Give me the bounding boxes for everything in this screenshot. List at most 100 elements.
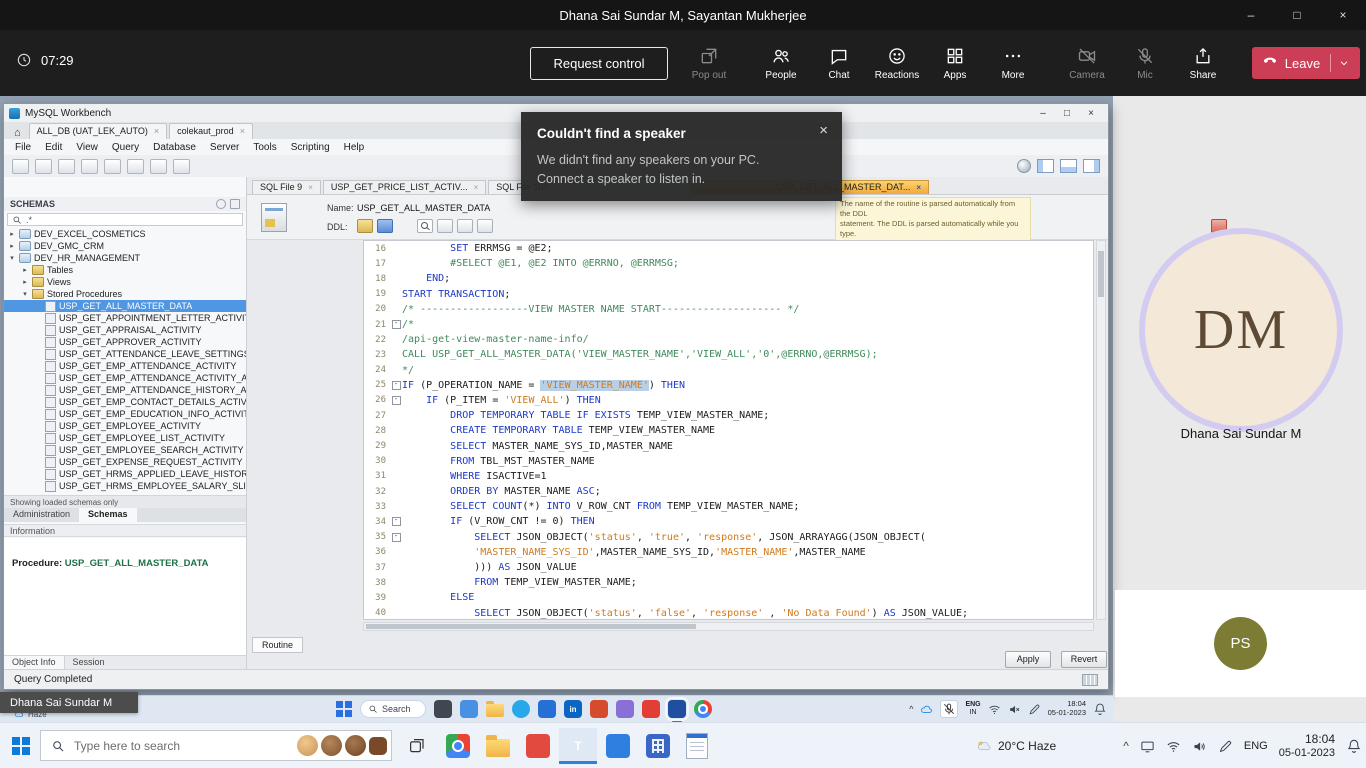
linkedin-icon[interactable]: in: [564, 700, 582, 718]
menu-database[interactable]: Database: [146, 142, 203, 153]
options-icon[interactable]: [477, 219, 493, 233]
expand-arrow-icon[interactable]: ▸: [8, 230, 16, 238]
refresh-schemas-icon[interactable]: [216, 199, 226, 209]
menu-file[interactable]: File: [8, 142, 38, 153]
panel-toggle-icon[interactable]: [1083, 159, 1100, 173]
tree-item-procedure[interactable]: USP_GET_EMP_ATTENDANCE_ACTIVITY: [4, 360, 246, 372]
notifications-icon[interactable]: [1346, 738, 1362, 754]
editor-tab[interactable]: SQL File 9×: [252, 180, 321, 194]
routine-name-value[interactable]: USP_GET_ALL_MASTER_DATA: [357, 203, 490, 213]
menu-help[interactable]: Help: [337, 142, 372, 153]
start-button[interactable]: [12, 737, 30, 755]
search-highlight-icon[interactable]: [321, 735, 342, 756]
sql-editor[interactable]: 16 SET ERRMSG = @E2;17 #SELECT @E1, @E2 …: [363, 240, 1094, 620]
close-button[interactable]: ×: [1320, 0, 1366, 30]
search-highlight-icon[interactable]: [297, 735, 318, 756]
wifi-icon[interactable]: [988, 703, 1001, 716]
tree-item-procedure[interactable]: USP_GET_ATTENDANCE_LEAVE_SETTINGS_A...: [4, 348, 246, 360]
tree-item[interactable]: ▸DEV_EXCEL_COSMETICS: [4, 228, 246, 240]
find-icon[interactable]: [173, 159, 190, 174]
tree-item[interactable]: ▾DEV_HR_MANAGEMENT: [4, 252, 246, 264]
close-tab-icon[interactable]: ×: [308, 183, 313, 192]
teams-icon[interactable]: T: [566, 734, 590, 758]
tree-item-procedure[interactable]: USP_GET_EMPLOYEE_SEARCH_ACTIVITY: [4, 444, 246, 456]
new-query-icon[interactable]: [12, 159, 29, 174]
search-icon[interactable]: [417, 219, 433, 233]
language-indicator[interactable]: ENG: [1244, 740, 1268, 752]
tree-item[interactable]: ▾Stored Procedures: [4, 288, 246, 300]
file-explorer-icon[interactable]: [486, 704, 504, 717]
edge-icon[interactable]: [512, 700, 530, 718]
collapse-all-icon[interactable]: [230, 199, 240, 209]
close-tab-icon[interactable]: ×: [916, 183, 921, 192]
close-tab-icon[interactable]: ×: [154, 126, 159, 136]
print-icon[interactable]: [104, 159, 121, 174]
shared-language-indicator[interactable]: ENG IN: [965, 701, 980, 716]
redo-icon[interactable]: [150, 159, 167, 174]
tree-item[interactable]: ▸DEV_GMC_CRM: [4, 240, 246, 252]
close-tab-icon[interactable]: ×: [474, 183, 479, 192]
wb-maximize-button[interactable]: □: [1055, 108, 1079, 119]
chrome-icon[interactable]: [446, 734, 470, 758]
tree-item-procedure[interactable]: USP_GET_APPROVER_ACTIVITY: [4, 336, 246, 348]
tree-item-procedure[interactable]: USP_GET_EMP_CONTACT_DETAILS_ACTIVITY: [4, 396, 246, 408]
tab-session[interactable]: Session: [65, 656, 113, 670]
tree-item[interactable]: ▸Views: [4, 276, 246, 288]
wb-close-button[interactable]: ×: [1079, 108, 1103, 119]
start-button[interactable]: [336, 701, 352, 717]
search-highlight-icon[interactable]: [369, 737, 387, 755]
volume-muted-icon[interactable]: [1008, 703, 1021, 716]
fold-toggle-icon[interactable]: -: [390, 396, 402, 405]
chrome-icon[interactable]: [694, 700, 712, 718]
revert-button[interactable]: Revert: [1061, 651, 1107, 668]
pen-icon[interactable]: [1218, 739, 1233, 754]
chevron-down-icon[interactable]: [1338, 57, 1350, 69]
chat-app-icon[interactable]: [460, 700, 478, 718]
tree-item-procedure[interactable]: USP_GET_EMP_ATTENDANCE_HISTORY_ACTI...: [4, 384, 246, 396]
people-button[interactable]: People: [752, 46, 810, 81]
fold-toggle-icon[interactable]: -: [390, 533, 402, 542]
tab-schemas[interactable]: Schemas: [79, 508, 137, 522]
clock[interactable]: 18:04 05-01-2023: [1279, 732, 1335, 761]
mic-muted-icon[interactable]: [940, 700, 958, 718]
open-script-icon[interactable]: [357, 219, 373, 233]
search-highlight-icon[interactable]: [345, 735, 366, 756]
menu-edit[interactable]: Edit: [38, 142, 69, 153]
tree-item-procedure[interactable]: USP_GET_EMPLOYEE_LIST_ACTIVITY: [4, 432, 246, 444]
tree-item[interactable]: ▸Tables: [4, 264, 246, 276]
taskbar-search[interactable]: Search: [360, 700, 426, 718]
taskbar-search-box[interactable]: Type here to search: [40, 730, 392, 761]
scrollbar-thumb[interactable]: [1098, 251, 1104, 297]
panel-toggle-icon[interactable]: [1060, 159, 1077, 173]
tree-item-procedure[interactable]: USP_GET_ALL_MASTER_DATA: [4, 300, 246, 312]
tree-item-procedure[interactable]: USP_GET_APPRAISAL_ACTIVITY: [4, 324, 246, 336]
blue-app-icon[interactable]: [606, 734, 630, 758]
leave-button[interactable]: Leave: [1252, 47, 1360, 79]
blue-app-icon[interactable]: [538, 700, 556, 718]
fold-toggle-icon[interactable]: -: [390, 320, 402, 329]
shared-clock[interactable]: 18:04 05-01-2023: [1048, 700, 1086, 717]
schema-filter-input[interactable]: .*: [7, 213, 243, 226]
collapse-arrow-icon[interactable]: ▾: [21, 290, 29, 298]
tab-administration[interactable]: Administration: [4, 508, 79, 522]
display-icon[interactable]: [1140, 739, 1155, 754]
terminal-app-icon[interactable]: [434, 700, 452, 718]
menu-server[interactable]: Server: [203, 142, 246, 153]
mysql-workbench-taskbar-icon[interactable]: [668, 700, 686, 718]
purple-app-icon[interactable]: [616, 700, 634, 718]
tab-object-info[interactable]: Object Info: [4, 656, 65, 670]
notepad-icon[interactable]: [686, 733, 708, 759]
notification-bell-icon[interactable]: [1093, 702, 1107, 716]
reactions-button[interactable]: Reactions: [868, 46, 926, 81]
tree-item-procedure[interactable]: USP_GET_EMP_EDUCATION_INFO_ACTIVITY: [4, 408, 246, 420]
beautify-icon[interactable]: [437, 219, 453, 233]
menu-query[interactable]: Query: [105, 142, 146, 153]
pen-icon[interactable]: [1028, 703, 1041, 716]
tree-item-procedure[interactable]: USP_GET_EXPENSE_REQUEST_ACTIVITY: [4, 456, 246, 468]
apply-button[interactable]: Apply: [1005, 651, 1051, 668]
task-view-button[interactable]: [408, 737, 426, 755]
menu-tools[interactable]: Tools: [246, 142, 283, 153]
red-app-icon[interactable]: [526, 734, 550, 758]
tree-item-procedure[interactable]: USP_GET_EMP_ATTENDANCE_ACTIVITY_APP...: [4, 372, 246, 384]
request-control-button[interactable]: Request control: [530, 47, 668, 80]
